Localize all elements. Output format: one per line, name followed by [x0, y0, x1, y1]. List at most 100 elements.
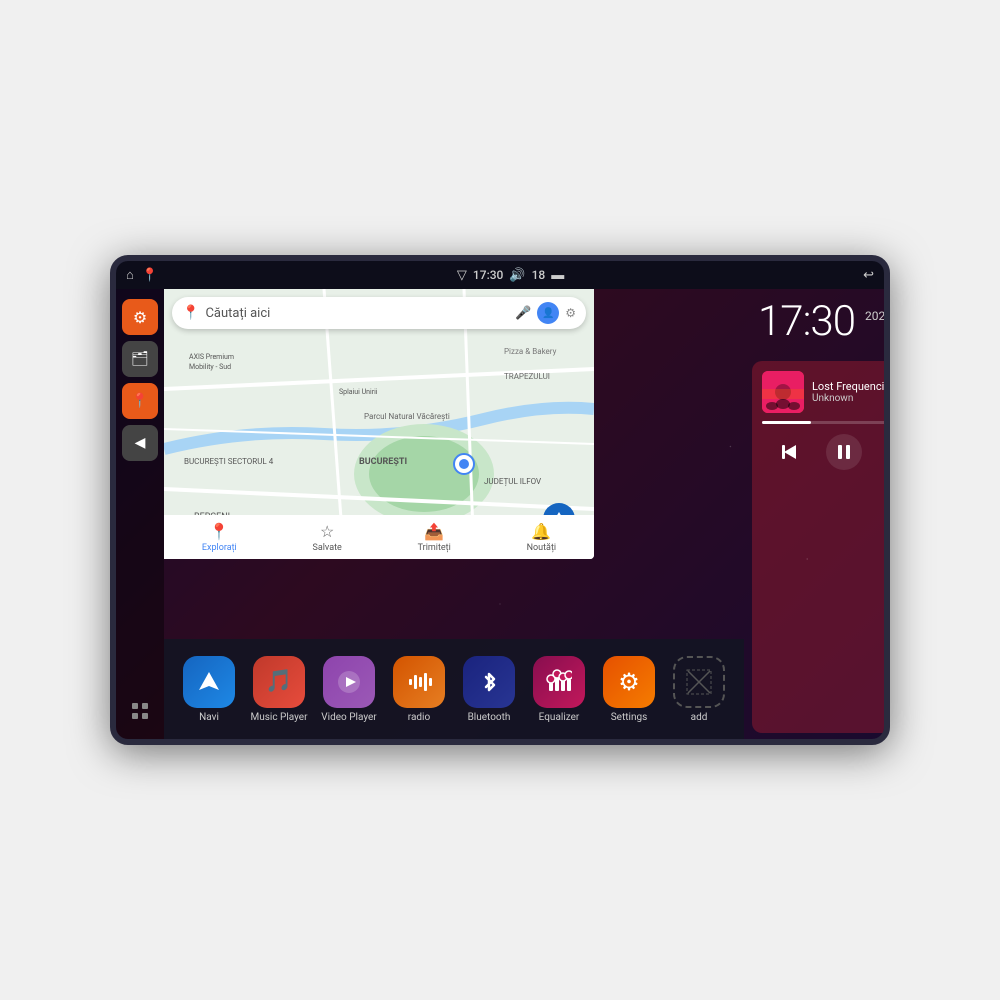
svg-text:JUDEȚUL ILFOV: JUDEȚUL ILFOV [484, 477, 541, 486]
progress-fill [762, 421, 811, 424]
svg-text:BUCUREȘTI: BUCUREȘTI [359, 457, 407, 467]
clock-date: 2023/12/12 [865, 309, 884, 323]
navi-icon [183, 656, 235, 708]
mic-icon[interactable]: 🎤 [515, 306, 531, 321]
prev-icon [777, 440, 801, 464]
app-music-player[interactable]: 🎵 Music Player [244, 656, 314, 723]
music-track-row: Lost Frequencies_Janie... Unknown [762, 371, 884, 413]
track-info: Lost Frequencies_Janie... Unknown [812, 380, 884, 404]
volume-icon: 🔊 [509, 268, 525, 283]
app-dock: Navi 🎵 Music Player Video Playe [164, 639, 744, 739]
svg-text:Mobility - Sud: Mobility - Sud [189, 363, 231, 371]
app-add[interactable]: add [664, 656, 734, 723]
music-player-icon: 🎵 [253, 656, 305, 708]
grid-icon [130, 701, 150, 721]
share-label: Trimiteți [418, 543, 451, 553]
navi-label: Navi [199, 712, 219, 723]
status-bar: ⌂ 📍 ▽ 17:30 🔊 18 ▬ ↩ [116, 261, 884, 289]
app-equalizer[interactable]: Equalizer [524, 656, 594, 723]
next-button[interactable] [881, 434, 884, 470]
app-settings[interactable]: ⚙ Settings [594, 656, 664, 723]
play-icon [336, 669, 362, 695]
settings-map-icon[interactable]: ⚙ [565, 306, 576, 320]
bluetooth-label: Bluetooth [468, 712, 511, 723]
center-content: BUCUREȘTI JUDEȚUL ILFOV BERCENI BUCUREȘT… [164, 289, 744, 739]
map-news-btn[interactable]: 🔔 Noutăți [527, 522, 557, 553]
google-maps-icon: 📍 [182, 305, 199, 321]
main-area: ⚙ 🗂 📍 ◀ [116, 289, 884, 739]
prev-button[interactable] [771, 434, 807, 470]
clock-widget: 17:30 2023/12/12 Tuesday [744, 289, 884, 355]
map-saved-btn[interactable]: ☆ Salvate [313, 522, 342, 553]
progress-bar[interactable] [762, 421, 884, 424]
back-icon[interactable]: ↩ [863, 268, 874, 283]
sidebar-settings-btn[interactable]: ⚙ [122, 299, 158, 335]
user-avatar[interactable]: 👤 [537, 302, 559, 324]
svg-text:Splaiui Unirii: Splaiui Unirii [339, 388, 378, 396]
app-radio[interactable]: radio [384, 656, 454, 723]
explore-label: Explorați [202, 543, 237, 553]
sidebar-grid-btn[interactable] [122, 693, 158, 729]
news-label: Noutăți [527, 543, 557, 553]
equalizer-icon [533, 656, 585, 708]
app-navi[interactable]: Navi [174, 656, 244, 723]
map-search-bar[interactable]: 📍 Căutați aici 🎤 👤 ⚙ [172, 297, 586, 329]
play-pause-button[interactable] [826, 434, 862, 470]
device-frame: ⌂ 📍 ▽ 17:30 🔊 18 ▬ ↩ ⚙ 🗂 📍 [110, 255, 890, 745]
equalizer-label: Equalizer [539, 712, 580, 723]
sidebar: ⚙ 🗂 📍 ◀ [116, 289, 164, 739]
gear-icon: ⚙ [618, 668, 640, 696]
track-album-art [762, 371, 804, 413]
map-bottom-bar: 📍 Explorați ☆ Salvate 📤 Trimiteți 🔔 [164, 515, 594, 559]
sidebar-nav-btn[interactable]: ◀ [122, 425, 158, 461]
radio-label: radio [408, 712, 430, 723]
radio-icon [393, 656, 445, 708]
map-share-btn[interactable]: 📤 Trimiteți [418, 522, 451, 553]
add-plus-icon [686, 669, 712, 695]
app-video-player[interactable]: Video Player [314, 656, 384, 723]
video-player-icon [323, 656, 375, 708]
home-icon[interactable]: ⌂ [126, 267, 134, 283]
svg-text:Parcul Natural Văcărești: Parcul Natural Văcărești [364, 412, 450, 421]
wifi-icon: ▽ [457, 268, 467, 283]
folder-icon: 🗂 [131, 351, 149, 367]
pause-icon [834, 442, 854, 462]
settings-label: Settings [611, 712, 648, 723]
add-label: add [691, 712, 708, 723]
svg-text:TRAPEZULUI: TRAPEZULUI [504, 372, 550, 381]
saved-label: Salvate [313, 543, 342, 553]
sidebar-folder-btn[interactable]: 🗂 [122, 341, 158, 377]
clock-time-display: 17:30 [758, 301, 855, 343]
svg-text:BUCUREȘTI SECTORUL 4: BUCUREȘTI SECTORUL 4 [184, 457, 274, 466]
settings-icon: ⚙ [133, 308, 147, 327]
nav-arrow-icon: ◀ [135, 435, 146, 451]
right-panel: 17:30 2023/12/12 Tuesday [744, 289, 884, 739]
clock-date-display: 2023/12/12 Tuesday [865, 309, 884, 336]
add-icon [673, 656, 725, 708]
album-art-svg [762, 371, 804, 413]
bluetooth-icon [463, 656, 515, 708]
sidebar-location-btn[interactable]: 📍 [122, 383, 158, 419]
share-icon: 📤 [424, 522, 444, 541]
location-icon: 📍 [131, 393, 148, 409]
navi-arrow-icon [195, 668, 223, 696]
map-search-text[interactable]: Căutați aici [205, 306, 509, 321]
status-left: ⌂ 📍 [126, 267, 158, 283]
music-controls [762, 434, 884, 470]
battery-level: 18 [532, 268, 546, 282]
waveform-icon [406, 669, 432, 695]
saved-icon: ☆ [320, 522, 334, 541]
map-inner[interactable]: BUCUREȘTI JUDEȚUL ILFOV BERCENI BUCUREȘT… [164, 289, 594, 559]
map-container[interactable]: BUCUREȘTI JUDEȚUL ILFOV BERCENI BUCUREȘT… [164, 289, 744, 639]
map-explore-btn[interactable]: 📍 Explorați [202, 522, 237, 553]
maps-status-icon[interactable]: 📍 [142, 268, 158, 283]
video-player-label: Video Player [321, 712, 376, 723]
battery-icon: ▬ [551, 267, 564, 283]
svg-text:AXIS Premium: AXIS Premium [189, 353, 234, 361]
music-note-icon: 🎵 [265, 669, 292, 694]
bluetooth-symbol-icon [476, 669, 502, 695]
clock-status: 17:30 [473, 268, 503, 282]
app-bluetooth[interactable]: Bluetooth [454, 656, 524, 723]
track-title: Lost Frequencies_Janie... [812, 380, 884, 393]
music-player-label: Music Player [250, 712, 307, 723]
